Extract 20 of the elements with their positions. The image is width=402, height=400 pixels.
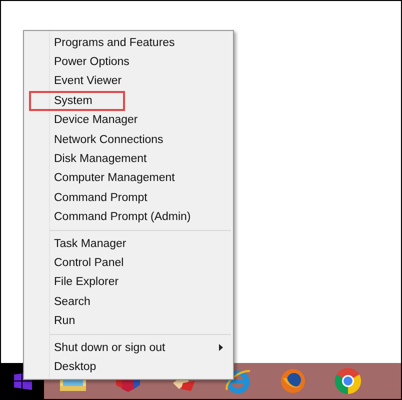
menu-item[interactable]: Command Prompt (Admin): [24, 208, 233, 227]
menu-item[interactable]: Task Manager: [24, 234, 233, 254]
menu-item[interactable]: Computer Management: [24, 168, 233, 188]
chrome-icon[interactable]: [334, 367, 362, 395]
menu-item[interactable]: Device Manager: [24, 110, 233, 130]
menu-item[interactable]: File Explorer: [24, 272, 233, 292]
internet-explorer-icon[interactable]: [224, 368, 252, 394]
menu-item[interactable]: Power Options: [24, 52, 233, 72]
menu-item[interactable]: Command Prompt: [24, 188, 233, 208]
menu-item[interactable]: Network Connections: [24, 130, 233, 150]
menu-item[interactable]: Disk Management: [24, 149, 233, 169]
menu-item[interactable]: Programs and Features: [24, 33, 233, 52]
menu-item[interactable]: Shut down or sign out: [24, 338, 233, 358]
menu-item[interactable]: Desktop: [24, 357, 233, 377]
menu-item[interactable]: Event Viewer: [24, 72, 233, 92]
menu-item[interactable]: System: [29, 91, 125, 111]
menu-item[interactable]: Search: [24, 292, 233, 312]
menu-item[interactable]: Control Panel: [24, 253, 233, 273]
submenu-arrow-icon: [219, 344, 223, 352]
menu-item[interactable]: Run: [24, 311, 233, 331]
